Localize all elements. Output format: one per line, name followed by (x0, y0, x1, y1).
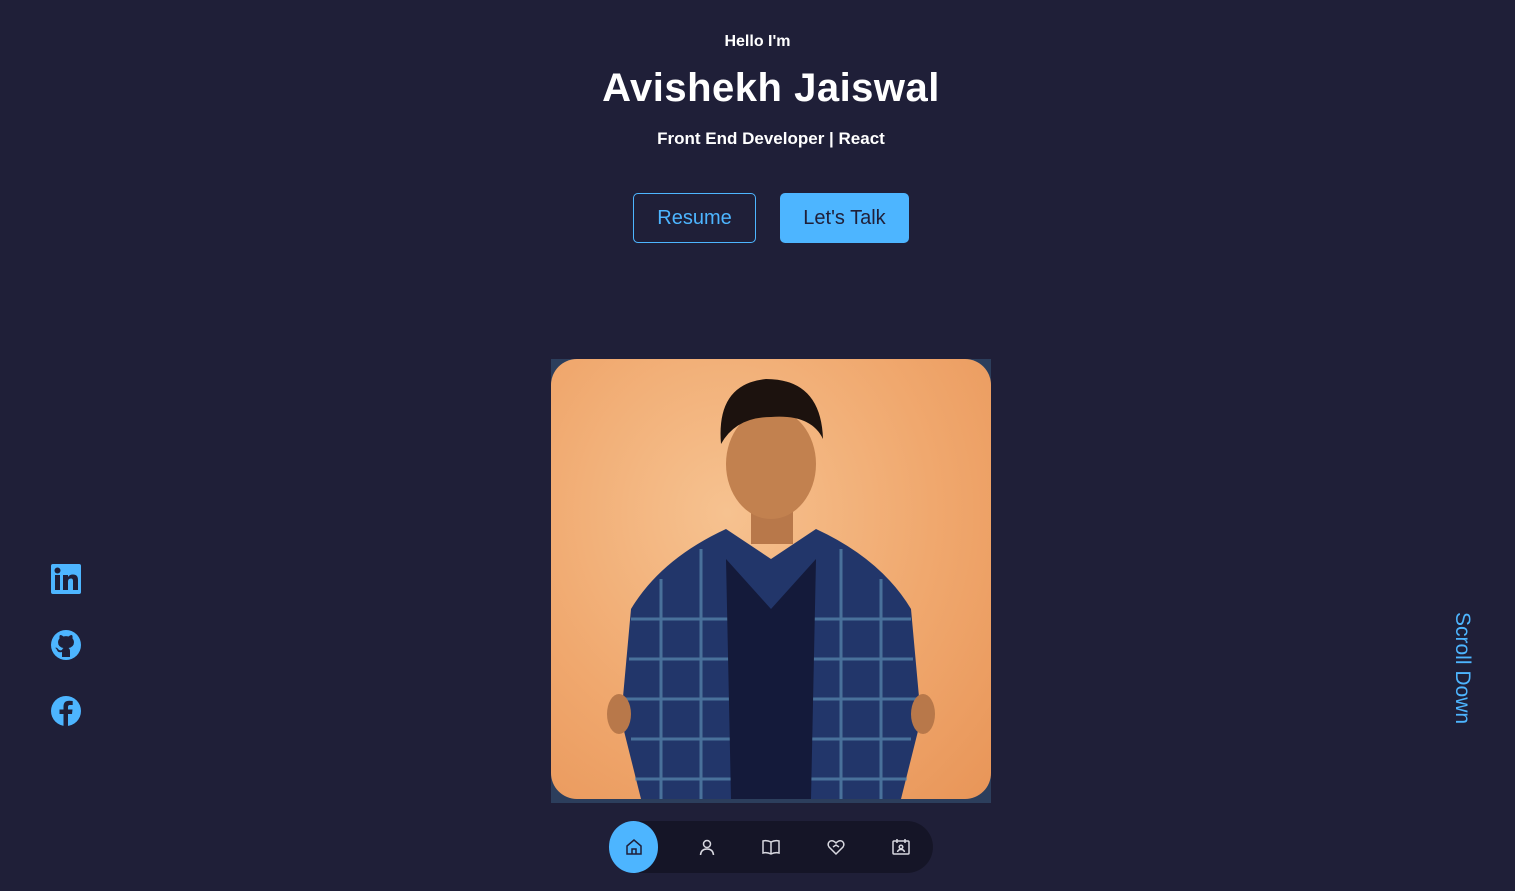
resume-button[interactable]: Resume (633, 193, 756, 243)
role-subtitle: Front End Developer | React (657, 129, 885, 148)
lets-talk-button[interactable]: Let's Talk (780, 193, 909, 243)
facebook-icon[interactable] (50, 695, 82, 727)
hero-section: Hello I'm Avishekh Jaiswal Front End Dev… (0, 0, 1515, 891)
nav-about[interactable] (674, 821, 739, 873)
cta-buttons: Resume Let's Talk (633, 193, 909, 243)
linkedin-icon[interactable] (50, 563, 82, 595)
social-links (50, 563, 82, 727)
services-icon (827, 840, 845, 856)
nav-contact[interactable] (868, 821, 933, 873)
nav-services[interactable] (804, 821, 869, 873)
bottom-nav (609, 821, 933, 873)
greeting-text: Hello I'm (724, 33, 791, 50)
profile-photo (551, 359, 991, 799)
scroll-down-link[interactable]: Scroll Down (1450, 612, 1474, 724)
nav-experience[interactable] (739, 821, 804, 873)
page-title: Avishekh Jaiswal (602, 66, 940, 110)
book-icon (762, 839, 781, 855)
contact-icon (891, 839, 910, 855)
user-icon (699, 839, 714, 856)
nav-home[interactable] (609, 821, 659, 873)
github-icon[interactable] (50, 629, 82, 661)
home-icon (625, 839, 642, 855)
profile-photo-frame (551, 359, 991, 803)
